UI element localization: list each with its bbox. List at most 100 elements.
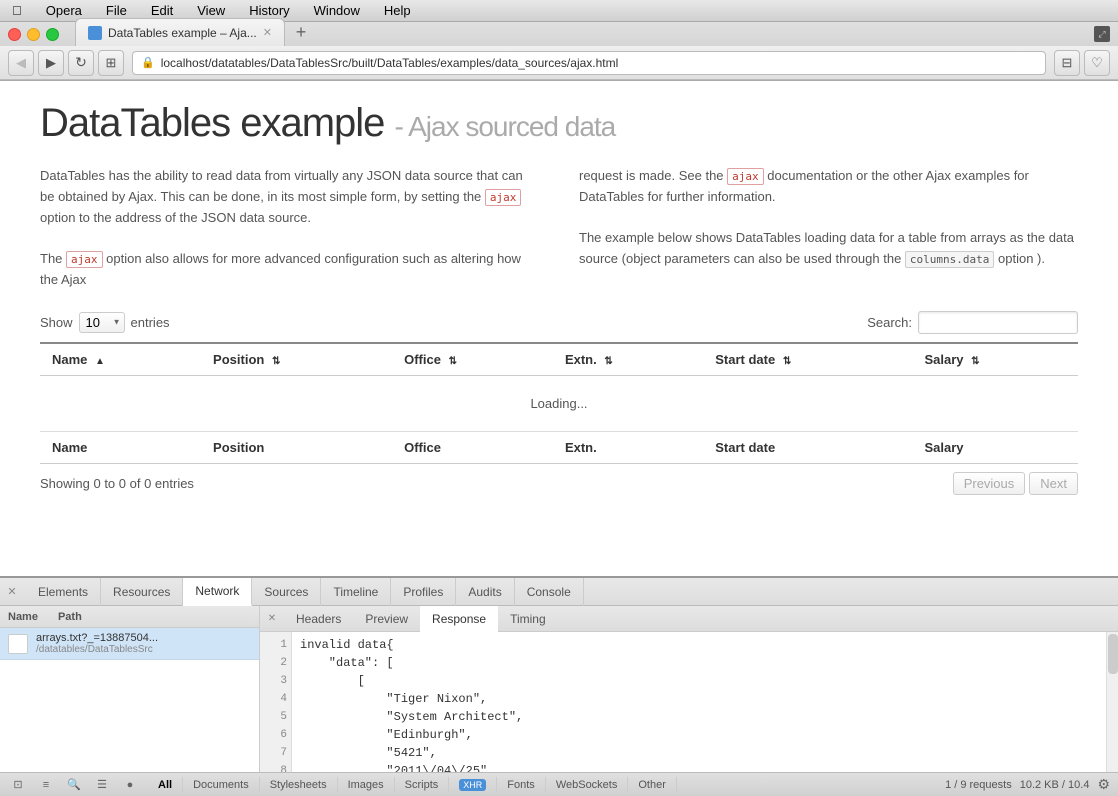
code-line-4: "Tiger Nixon", [300,690,1098,708]
apple-menu[interactable]:  [8,3,26,18]
path-col-header: Path [58,611,82,623]
entries-select-wrapper[interactable]: 10 25 50 100 [79,312,125,333]
footer-col-office: Office [392,431,553,463]
filter-icon[interactable]: ≡ [36,775,56,795]
filter-stylesheets[interactable]: Stylesheets [260,777,338,793]
browser-chrome: DataTables example – Aja... ✕ + ⤢ ◀ ▶ ↻ [0,22,1118,81]
resp-tab-timing[interactable]: Timing [498,606,558,632]
xhr-badge: XHR [459,779,486,791]
entries-label: entries [131,315,170,330]
code-content: invalid data{ "data": [ [ "Tiger Nixon",… [292,632,1106,772]
minimize-button[interactable] [27,28,40,41]
col-office[interactable]: Office ⇅ [392,343,553,376]
list-icon[interactable]: ☰ [92,775,112,795]
settings-icon[interactable]: ⚙ [1097,776,1110,793]
status-right: 1 / 9 requests 10.2 KB / 10.4 ⚙ [945,776,1110,793]
footer-header-row: Name Position Office Extn. Start date Sa… [40,431,1078,463]
scrollbar[interactable] [1106,632,1118,772]
reload-button[interactable]: ↻ [68,50,94,76]
address-bar[interactable]: 🔒 localhost/datatables/DataTablesSrc/bui… [132,51,1046,75]
back-button[interactable]: ◀ [8,50,34,76]
col-startdate[interactable]: Start date ⇅ [703,343,912,376]
code-line-8: "2011\/04\/25", [300,762,1098,772]
filter-documents[interactable]: Documents [183,777,260,793]
menu-edit[interactable]: Edit [147,3,177,18]
devtools-tab-resources[interactable]: Resources [101,578,183,606]
sort-asc-icon: ▲ [95,356,105,367]
previous-button[interactable]: Previous [953,472,1026,495]
search-icon[interactable]: 🔍 [64,775,84,795]
window-controls [8,28,67,41]
record-icon[interactable]: ● [120,775,140,795]
menu-window[interactable]: Window [310,3,364,18]
loading-row: Loading... [40,375,1078,431]
request-info: arrays.txt?_=13887504... /datatables/Dat… [36,632,251,655]
reload-icon: ↻ [75,54,87,71]
response-tabs: ✕ Headers Preview Response Timing [260,606,1118,632]
url-text: localhost/datatables/DataTablesSrc/built… [161,56,1037,70]
devtools-tab-console[interactable]: Console [515,578,584,606]
footer-col-salary: Salary [912,431,1078,463]
filter-all[interactable]: All [148,777,183,793]
browser-window:  Opera File Edit View History Window He… [0,0,1118,796]
entries-select[interactable]: 10 25 50 100 [79,312,125,333]
resp-tab-response[interactable]: Response [420,606,498,632]
devtools-tab-network[interactable]: Network [183,578,252,606]
filter-images[interactable]: Images [338,777,395,793]
next-button[interactable]: Next [1029,472,1078,495]
menu-view[interactable]: View [193,3,229,18]
col-extn[interactable]: Extn. ⇅ [553,343,703,376]
filter-fonts[interactable]: Fonts [497,777,546,793]
dock-icon[interactable]: ⊡ [8,775,28,795]
request-name: arrays.txt?_=13887504... [36,632,251,644]
request-path: /datatables/DataTablesSrc [36,644,251,655]
col-name[interactable]: Name ▲ [40,343,201,376]
filter-xhr[interactable]: XHR [449,777,497,793]
page-description: DataTables has the ability to read data … [40,166,1078,291]
devtools-close-button[interactable]: ✕ [4,584,20,600]
col-position[interactable]: Position ⇅ [201,343,392,376]
menu-help[interactable]: Help [380,3,415,18]
requests-count: 1 / 9 requests [945,779,1012,791]
new-tab-button[interactable]: + [287,18,315,46]
network-request-item[interactable]: arrays.txt?_=13887504... /datatables/Dat… [0,628,259,660]
tab-close-button[interactable]: ✕ [263,26,272,39]
forward-button[interactable]: ▶ [38,50,64,76]
sort-icon-startdate: ⇅ [783,356,791,367]
datatable-body: Loading... [40,375,1078,431]
response-close-button[interactable]: ✕ [264,611,280,627]
devtools-tabs: ✕ Elements Resources Network Sources Tim… [0,578,1118,606]
filter-other[interactable]: Other [628,777,677,793]
devtools-tab-sources[interactable]: Sources [252,578,321,606]
home-button[interactable]: ⊞ [98,50,124,76]
browser-tab[interactable]: DataTables example – Aja... ✕ [75,18,285,46]
search-label: Search: [867,315,912,330]
filter-tabs: All Documents Stylesheets Images Scripts… [148,777,677,793]
sort-icon: ⇅ [272,356,280,367]
menu-history[interactable]: History [245,3,293,18]
code-line-7: "5421", [300,744,1098,762]
devtools-tab-profiles[interactable]: Profiles [391,578,456,606]
col-salary[interactable]: Salary ⇅ [912,343,1078,376]
code-view: 1 2 3 4 5 6 7 8 9 10 11 [260,632,1118,772]
line-numbers: 1 2 3 4 5 6 7 8 9 10 11 [260,632,292,772]
maximize-button[interactable] [46,28,59,41]
resp-tab-headers[interactable]: Headers [284,606,353,632]
heart-icon: ♡ [1091,55,1103,71]
resp-tab-preview[interactable]: Preview [353,606,420,632]
menu-file[interactable]: File [102,3,131,18]
filter-websockets[interactable]: WebSockets [546,777,629,793]
menu-opera[interactable]: Opera [42,3,86,18]
name-col-header: Name [8,611,38,623]
filter-scripts[interactable]: Scripts [395,777,450,793]
search-input[interactable] [918,311,1078,334]
fullscreen-button[interactable]: ⤢ [1094,26,1110,42]
datatable-header: Name ▲ Position ⇅ Office ⇅ [40,343,1078,376]
bookmark-button[interactable]: ♡ [1084,50,1110,76]
tabs-icon: ⊟ [1062,55,1073,71]
tabs-overview-button[interactable]: ⊟ [1054,50,1080,76]
devtools-tab-timeline[interactable]: Timeline [321,578,391,606]
devtools-tab-audits[interactable]: Audits [456,578,514,606]
close-button[interactable] [8,28,21,41]
devtools-tab-elements[interactable]: Elements [26,578,101,606]
